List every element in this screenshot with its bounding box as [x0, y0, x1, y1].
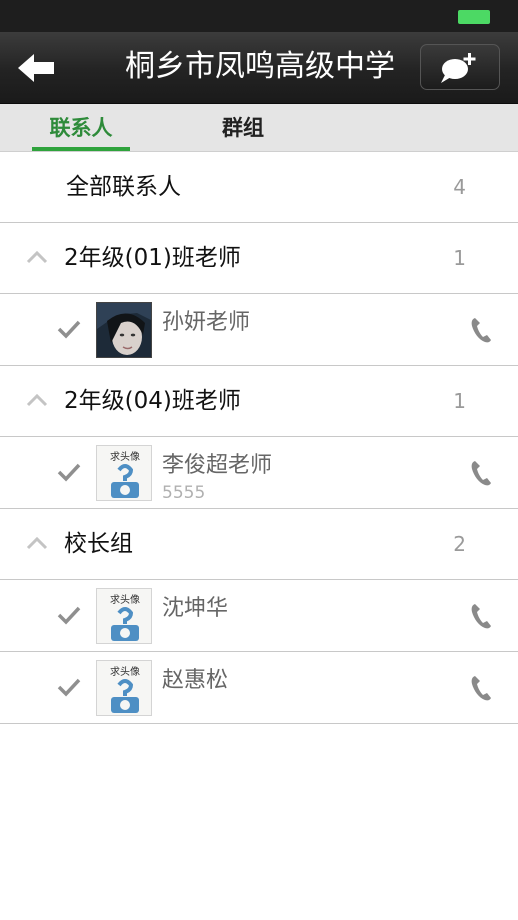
contact-subtitle: 5555 — [162, 483, 206, 503]
contact-row[interactable]: 求头像 赵惠松 — [0, 652, 518, 724]
page-title: 桐乡市凤鸣高级中学 — [125, 49, 395, 84]
avatar-placeholder: 求头像 — [96, 588, 152, 644]
back-button[interactable] — [14, 48, 60, 88]
tab-groups[interactable]: 群组 — [194, 104, 292, 152]
avatar — [96, 302, 152, 358]
checkmark-icon — [56, 676, 82, 698]
contact-name: 孙妍老师 — [162, 310, 251, 335]
group-row[interactable]: 校长组 2 — [0, 509, 518, 580]
all-contacts-row[interactable]: 全部联系人 4 — [0, 152, 518, 223]
caret-up-icon — [24, 388, 50, 414]
tab-bar: 联系人 群组 — [0, 104, 518, 152]
caret-up-icon — [24, 531, 50, 557]
phone-icon[interactable] — [470, 674, 492, 702]
new-chat-button[interactable] — [420, 44, 500, 90]
all-contacts-label: 全部联系人 — [66, 174, 181, 200]
battery-icon — [458, 10, 490, 24]
nav-bar: 桐乡市凤鸣高级中学 — [0, 32, 518, 104]
svg-text:求头像: 求头像 — [110, 666, 140, 678]
group-count: 1 — [453, 246, 466, 270]
avatar-placeholder: 求头像 — [96, 660, 152, 716]
svg-text:求头像: 求头像 — [110, 451, 140, 463]
chat-add-icon — [421, 45, 499, 91]
group-row[interactable]: 2年级(04)班老师 1 — [0, 366, 518, 437]
contact-name: 李俊超老师 — [162, 453, 273, 478]
group-name: 2年级(01)班老师 — [64, 245, 241, 271]
caret-up-icon — [24, 245, 50, 271]
group-count: 2 — [453, 532, 466, 556]
group-count: 1 — [453, 389, 466, 413]
group-row[interactable]: 2年级(01)班老师 1 — [0, 223, 518, 294]
checkmark-icon — [56, 318, 82, 340]
phone-icon[interactable] — [470, 316, 492, 344]
group-name: 2年级(04)班老师 — [64, 388, 241, 414]
back-arrow-icon — [14, 48, 60, 88]
contact-name: 沈坤华 — [162, 596, 229, 621]
contact-row[interactable]: 求头像 李俊超老师 5555 — [0, 437, 518, 509]
phone-icon[interactable] — [470, 602, 492, 630]
all-contacts-count: 4 — [453, 175, 466, 199]
phone-icon[interactable] — [470, 459, 492, 487]
group-name: 校长组 — [64, 531, 133, 557]
checkmark-icon — [56, 604, 82, 626]
active-tab-indicator — [32, 147, 130, 151]
avatar-placeholder: 求头像 — [96, 445, 152, 501]
svg-text:求头像: 求头像 — [110, 594, 140, 606]
status-bar — [0, 0, 518, 32]
checkmark-icon — [56, 461, 82, 483]
contact-row[interactable]: 孙妍老师 — [0, 294, 518, 366]
tab-contacts[interactable]: 联系人 — [32, 104, 130, 152]
contact-name: 赵惠松 — [162, 668, 229, 693]
contact-row[interactable]: 求头像 沈坤华 — [0, 580, 518, 652]
